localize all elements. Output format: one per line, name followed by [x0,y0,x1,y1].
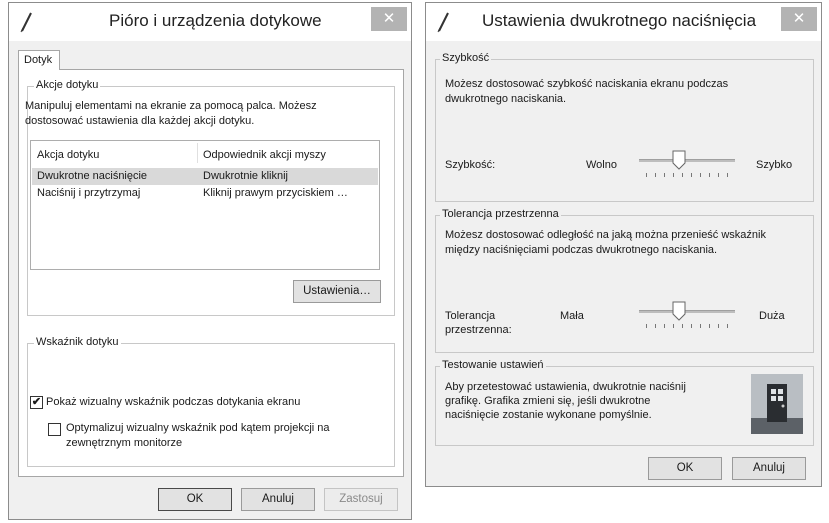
slider-tick [700,324,701,328]
touch-actions-list[interactable]: Akcja dotyku Odpowiednik akcji myszy Dwu… [30,140,380,270]
slider-tick [727,173,728,177]
slider-tick [691,324,692,328]
tolerance-label: Tolerancja przestrzenna [440,208,561,220]
tolerance-field-label-1: Tolerancja [445,310,496,322]
row-equivalent: Dwukrotnie kliknij [203,170,288,182]
touch-indicator-label: Wskaźnik dotyku [34,336,121,348]
slider-ticks [646,173,728,179]
slider-thumb[interactable] [672,150,686,170]
tolerance-group: Tolerancja przestrzenna Możesz dostosowa… [435,208,814,353]
slider-tick [646,173,647,177]
touch-indicator-group: Wskaźnik dotyku ✔ Pokaż wizualny wskaźni… [27,336,395,467]
door-picture[interactable] [751,374,803,434]
window-title: Pióro i urządzenia dotykowe [109,11,322,30]
column-header-mouse[interactable]: Odpowiednik akcji myszy [203,149,326,161]
slider-tick [709,324,710,328]
window-title: Ustawienia dwukrotnego naciśnięcia [482,11,757,30]
slider-tick [682,324,683,328]
slider-tick [655,324,656,328]
slider-ticks [646,324,728,330]
client-area: Szybkość Możesz dostosować szybkość naci… [434,41,814,480]
tolerance-max-label: Duża [759,310,785,322]
test-description-1: Aby przetestować ustawienia, dwukrotnie … [445,381,686,393]
row-equivalent: Kliknij prawym przyciskiem … [203,187,348,199]
column-header-action[interactable]: Akcja dotyku [37,149,99,161]
ok-button[interactable]: OK [158,488,232,511]
show-visual-checkbox[interactable]: ✔ [30,396,43,409]
close-icon[interactable]: ✕ [371,7,407,31]
ok-button[interactable]: OK [648,457,722,480]
optimize-label-line1[interactable]: Optymalizuj wizualny wskaźnik pod kątem … [66,422,330,434]
slider-tick [673,324,674,328]
list-row-double-tap[interactable]: Dwukrotne naciśnięcie Dwukrotnie kliknij [32,168,378,185]
apply-button[interactable]: Zastosuj [324,488,398,511]
test-group: Testowanie ustawień Aby przetestować ust… [435,359,814,446]
tolerance-field-label-2: przestrzenna: [445,324,512,336]
slider-tick [646,324,647,328]
optimize-label-line2[interactable]: zewnętrznym monitorze [66,437,182,449]
slider-tick [655,173,656,177]
pen-touch-window: Pióro i urządzenia dotykowe ✕ Dotyk Akcj… [8,2,412,520]
pen-icon [437,12,449,33]
pen-icon [20,12,32,33]
touch-actions-description: Manipuluj elementami na ekranie za pomoc… [25,100,317,127]
touch-actions-label: Akcje dotyku [34,79,101,91]
column-header-divider[interactable] [197,143,198,163]
close-icon[interactable]: ✕ [781,7,817,31]
client-area: Dotyk Akcje dotyku Manipuluj elementami … [17,41,404,511]
speed-min-label: Wolno [586,159,617,171]
slider-tick [682,173,683,177]
speed-max-label: Szybko [756,159,793,171]
speed-field-label: Szybkość: [445,159,496,171]
slider-tick [718,173,719,177]
tab-page: Akcje dotyku Manipuluj elementami na ekr… [18,69,404,477]
optimize-checkbox[interactable] [48,423,61,436]
slider-tick [727,324,728,328]
test-label: Testowanie ustawień [440,359,546,371]
tab-touch[interactable]: Dotyk [18,50,60,70]
title-bar[interactable]: Ustawienia dwukrotnego naciśnięcia ✕ [426,3,821,41]
double-tap-settings-window: Ustawienia dwukrotnego naciśnięcia ✕ Szy… [425,2,822,487]
tab-touch-label: Dotyk [24,54,53,66]
speed-description-2: dwukrotnego naciskania. [445,93,567,105]
slider-tick [664,324,665,328]
slider-tick [700,173,701,177]
show-visual-label[interactable]: Pokaż wizualny wskaźnik podczas dotykani… [46,396,300,408]
settings-button[interactable]: Ustawienia… [293,280,381,303]
slider-tick [664,173,665,177]
slider-tick [691,173,692,177]
row-action: Dwukrotne naciśnięcie [37,170,148,182]
test-description-3: naciśnięcie zostanie wykonane pomyślnie. [445,409,652,421]
cancel-button[interactable]: Anuluj [241,488,315,511]
slider-tick [709,173,710,177]
slider-thumb[interactable] [672,301,686,321]
checkmark-icon: ✔ [31,396,42,408]
speed-slider[interactable] [639,149,735,183]
tolerance-slider[interactable] [639,300,735,334]
touch-actions-group: Akcje dotyku Manipuluj elementami na ekr… [25,79,395,316]
cancel-button[interactable]: Anuluj [732,457,806,480]
title-bar[interactable]: Pióro i urządzenia dotykowe ✕ [9,3,411,41]
slider-tick [673,173,674,177]
row-action: Naciśnij i przytrzymaj [37,187,141,199]
speed-description-1: Możesz dostosować szybkość naciskania ek… [445,78,729,90]
slider-track [639,310,735,313]
list-row-press-hold[interactable]: Naciśnij i przytrzymaj Kliknij prawym pr… [32,185,378,202]
test-description-2: grafikę. Grafika zmieni się, jeśli dwukr… [445,395,651,407]
tolerance-min-label: Mała [560,310,584,322]
slider-tick [718,324,719,328]
speed-group: Szybkość Możesz dostosować szybkość naci… [435,52,814,202]
tolerance-description-1: Możesz dostosować odległość na jaką możn… [445,229,766,241]
speed-label: Szybkość [440,52,492,64]
slider-track [639,159,735,162]
tolerance-description-2: między naciśnięciami podczas dwukrotnego… [445,244,718,256]
